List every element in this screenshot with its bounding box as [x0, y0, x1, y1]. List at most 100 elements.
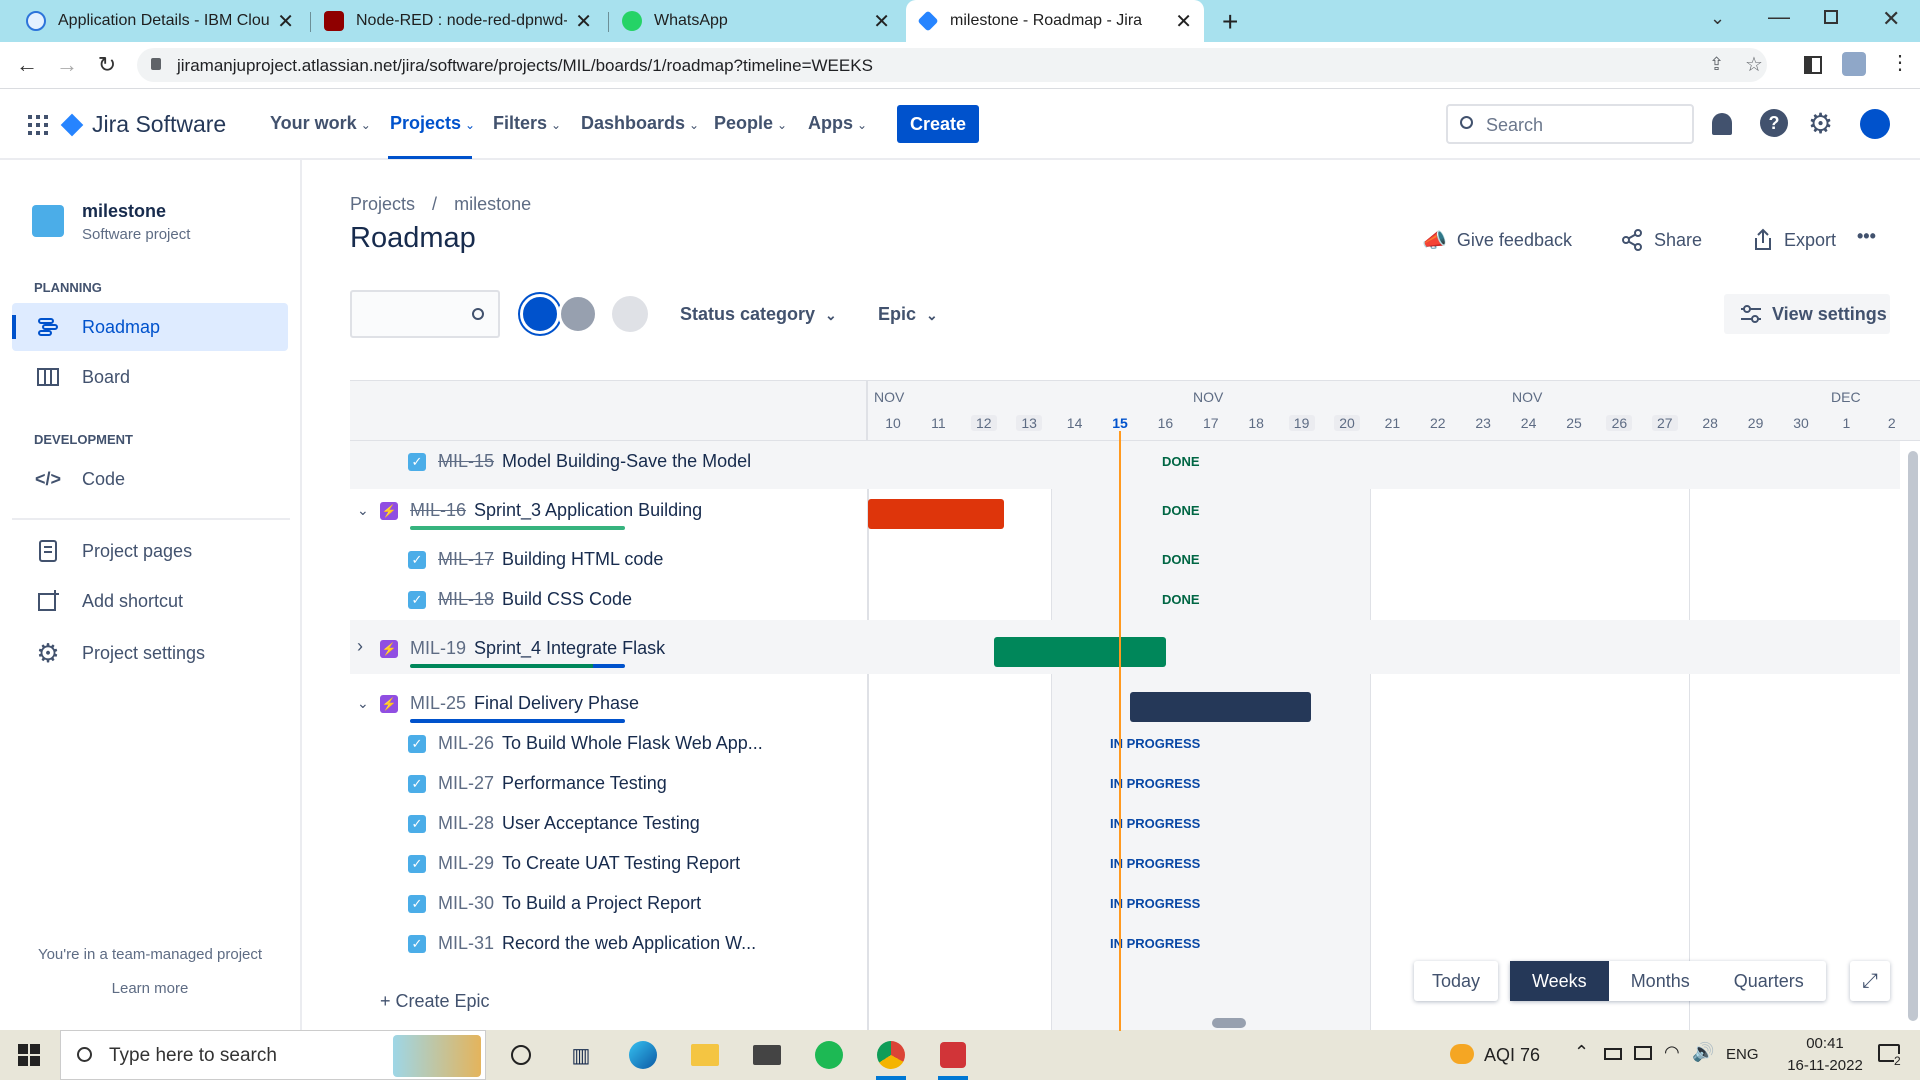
add-people-icon[interactable]: [612, 296, 648, 332]
project-name[interactable]: milestone: [82, 201, 166, 222]
issue-summary[interactable]: Sprint_3 Application Building: [474, 500, 702, 521]
new-tab-icon[interactable]: +: [1222, 6, 1238, 38]
share-page-icon[interactable]: ⇪: [1709, 54, 1724, 75]
sidebar-item-board[interactable]: Board: [12, 353, 288, 401]
sidebar-item-add-shortcut[interactable]: Add shortcut: [12, 577, 288, 625]
help-icon[interactable]: ?: [1760, 109, 1788, 137]
view-settings-button[interactable]: View settings: [1724, 294, 1890, 334]
epic-timeline-bar[interactable]: [1129, 692, 1312, 722]
browser-tab-nodered[interactable]: Node-RED : node-red-dpnwd-20 ✕: [312, 0, 604, 42]
fullscreen-button[interactable]: ⤢: [1850, 961, 1890, 1001]
epic-timeline-bar[interactable]: [868, 499, 1005, 529]
hidden-icons-chevron-icon[interactable]: ⌃: [1574, 1042, 1589, 1063]
close-tab-icon[interactable]: ✕: [873, 9, 890, 34]
weeks-button[interactable]: Weeks: [1510, 961, 1609, 1001]
issue-summary[interactable]: Final Delivery Phase: [474, 693, 639, 714]
battery-icon[interactable]: [1604, 1048, 1622, 1060]
issue-summary[interactable]: Performance Testing: [502, 773, 667, 794]
sidebar-item-project-pages[interactable]: Project pages: [12, 527, 288, 575]
issue-key[interactable]: MIL-19: [410, 638, 466, 659]
close-tab-icon[interactable]: ✕: [277, 9, 294, 34]
issue-key[interactable]: MIL-25: [410, 693, 466, 714]
settings-gear-icon[interactable]: ⚙: [1808, 107, 1833, 140]
roadmap-search-input[interactable]: [350, 290, 500, 338]
windows-start-icon[interactable]: [14, 1040, 44, 1070]
language-indicator[interactable]: ENG: [1726, 1046, 1759, 1063]
aqi-text[interactable]: AQI 76: [1484, 1045, 1540, 1066]
issue-summary[interactable]: Build CSS Code: [502, 589, 632, 610]
sidebar-item-roadmap[interactable]: Roadmap: [12, 303, 288, 351]
more-actions-button[interactable]: •••: [1857, 226, 1876, 247]
issue-key[interactable]: MIL-29: [438, 853, 494, 874]
export-button[interactable]: Export: [1752, 228, 1836, 252]
nav-your-work[interactable]: Your work ⌄: [270, 113, 371, 134]
roadmap-row[interactable]: › ⚡ MIL-19 Sprint_4 Integrate Flask: [350, 628, 1570, 682]
issue-summary[interactable]: Sprint_4 Integrate Flask: [474, 638, 665, 659]
issue-key[interactable]: MIL-17: [438, 549, 494, 570]
notifications-icon[interactable]: [1712, 113, 1732, 135]
chrome-icon[interactable]: [876, 1040, 906, 1070]
chevron-right-icon[interactable]: ›: [357, 636, 363, 657]
nav-people[interactable]: People ⌄: [714, 113, 787, 134]
address-bar[interactable]: jiramanjuproject.atlassian.net/jira/soft…: [137, 48, 1767, 82]
bookmark-star-icon[interactable]: ☆: [1745, 52, 1763, 77]
status-category-dropdown[interactable]: Status category ⌄: [680, 304, 837, 325]
forward-icon[interactable]: →: [52, 50, 82, 80]
roadmap-row[interactable]: ✓ MIL-29 To Create UAT Testing Report IN PR…: [350, 843, 1570, 883]
breadcrumb-milestone[interactable]: milestone: [454, 194, 531, 214]
back-icon[interactable]: ←: [12, 50, 42, 80]
search-input[interactable]: Search: [1446, 104, 1694, 144]
minimize-icon[interactable]: —: [1768, 4, 1790, 30]
edge-icon[interactable]: [628, 1040, 658, 1070]
file-explorer-icon[interactable]: [690, 1040, 720, 1070]
clock-time[interactable]: 00:41: [1780, 1035, 1870, 1052]
issue-key[interactable]: MIL-26: [438, 733, 494, 754]
issue-summary[interactable]: Record the web Application W...: [502, 933, 756, 954]
issue-key[interactable]: MIL-16: [410, 500, 466, 521]
issue-key[interactable]: MIL-15: [438, 451, 494, 472]
sidebar-item-project-settings[interactable]: ⚙ Project settings: [12, 629, 288, 677]
jira-logo[interactable]: Jira Software: [60, 111, 226, 138]
issue-summary[interactable]: To Build Whole Flask Web App...: [502, 733, 763, 754]
browser-tab-jira[interactable]: milestone - Roadmap - Jira ✕: [906, 0, 1204, 42]
snipping-tool-icon[interactable]: [938, 1040, 968, 1070]
chevron-down-icon[interactable]: ⌄: [357, 695, 369, 712]
close-tab-icon[interactable]: ✕: [1175, 9, 1192, 34]
roadmap-row[interactable]: ✓ MIL-30 To Build a Project Report IN PROGR…: [350, 883, 1570, 923]
issue-key[interactable]: MIL-28: [438, 813, 494, 834]
app-switcher-icon[interactable]: [28, 115, 48, 135]
horizontal-scroll-handle[interactable]: [1212, 1018, 1246, 1028]
today-button[interactable]: Today: [1414, 961, 1499, 1001]
assignee-avatar-filter[interactable]: [558, 294, 598, 334]
epic-timeline-bar[interactable]: [993, 637, 1167, 667]
browser-tab-whatsapp[interactable]: WhatsApp ✕: [610, 0, 902, 42]
roadmap-row[interactable]: ✓ MIL-26 To Build Whole Flask Web App... IN…: [350, 723, 1570, 763]
create-epic-button[interactable]: + Create Epic: [380, 991, 490, 1012]
breadcrumb-projects[interactable]: Projects: [350, 194, 415, 214]
display-icon[interactable]: [1634, 1046, 1652, 1060]
create-button[interactable]: Create: [897, 105, 979, 143]
roadmap-row[interactable]: ✓ MIL-17 Building HTML code DONE: [350, 539, 1570, 579]
close-tab-icon[interactable]: ✕: [575, 9, 592, 34]
sidebar-item-code[interactable]: </> Code: [12, 455, 288, 503]
issue-summary[interactable]: Model Building-Save the Model: [502, 451, 751, 472]
roadmap-row[interactable]: ✓ MIL-15 Model Building-Save the Model DONE: [350, 441, 1570, 481]
mail-icon[interactable]: [752, 1040, 782, 1070]
roadmap-row[interactable]: ✓ MIL-18 Build CSS Code DONE: [350, 579, 1570, 619]
quarters-button[interactable]: Quarters: [1712, 961, 1826, 1001]
user-avatar[interactable]: [1860, 109, 1890, 139]
issue-summary[interactable]: To Build a Project Report: [502, 893, 701, 914]
issue-key[interactable]: MIL-31: [438, 933, 494, 954]
nav-apps[interactable]: Apps ⌄: [808, 113, 867, 134]
reload-icon[interactable]: ↻: [92, 50, 122, 80]
clock-date[interactable]: 16-11-2022: [1780, 1057, 1870, 1074]
vertical-scrollbar[interactable]: [1908, 451, 1918, 1021]
learn-more-link[interactable]: Learn more: [0, 980, 300, 997]
assignee-avatar-filter[interactable]: [520, 294, 560, 334]
task-view-icon[interactable]: ▥: [566, 1040, 596, 1070]
share-button[interactable]: Share: [1620, 228, 1702, 252]
spotify-icon[interactable]: [814, 1040, 844, 1070]
epic-dropdown[interactable]: Epic ⌄: [878, 304, 938, 325]
issue-summary[interactable]: Building HTML code: [502, 549, 663, 570]
nav-dashboards[interactable]: Dashboards ⌄: [581, 113, 699, 134]
